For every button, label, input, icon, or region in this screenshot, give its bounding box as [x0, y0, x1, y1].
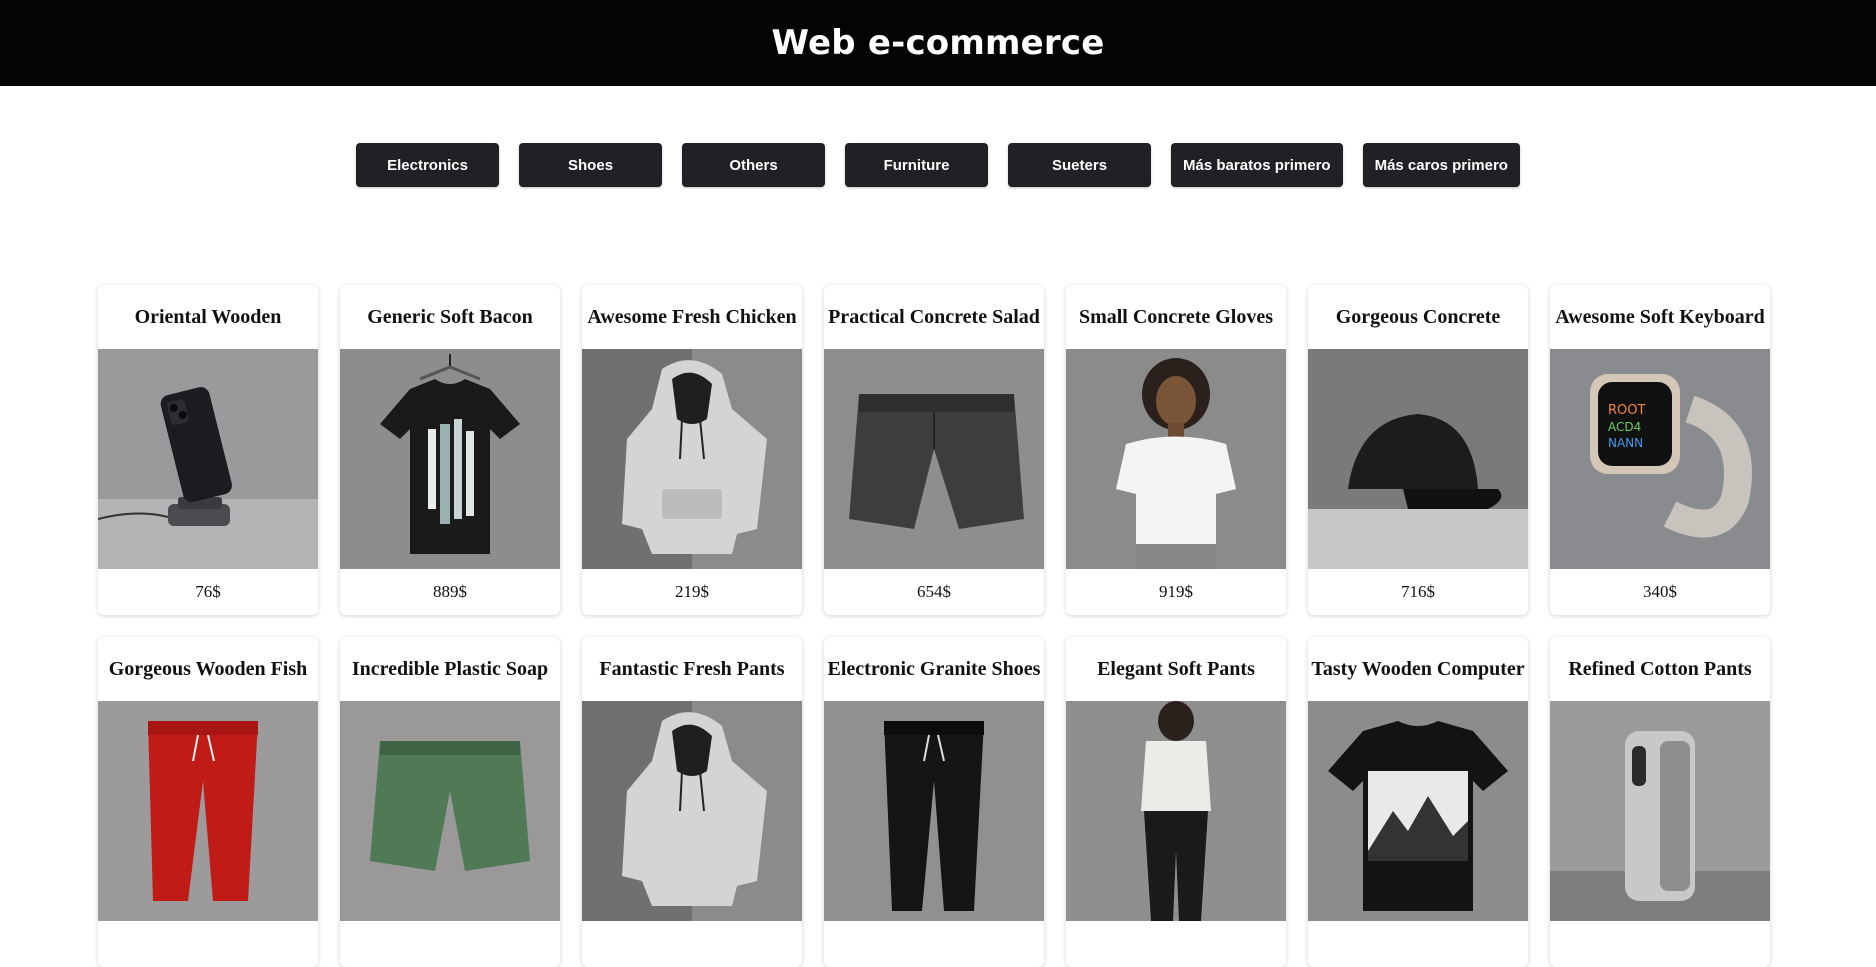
- filter-electronics-button[interactable]: Electronics: [356, 143, 500, 187]
- product-price: 919$: [1159, 582, 1193, 601]
- product-name: Refined Cotton Pants: [1568, 657, 1752, 680]
- product-card[interactable]: Small Concrete Gloves 919$: [1066, 285, 1286, 615]
- svg-text:ROOT: ROOT: [1608, 403, 1645, 418]
- product-name: Small Concrete Gloves: [1078, 305, 1274, 328]
- product-card[interactable]: Gorgeous Wooden Fish: [98, 637, 318, 967]
- product-name: Gorgeous Wooden Fish: [108, 657, 308, 680]
- red-joggers-image: [98, 701, 318, 921]
- product-name: Elegant Soft Pants: [1097, 657, 1255, 680]
- filter-sueters-button[interactable]: Sueters: [1008, 143, 1152, 187]
- product-price: 76$: [195, 582, 221, 601]
- product-name: Incredible Plastic Soap: [351, 657, 549, 680]
- product-card[interactable]: Refined Cotton Pants: [1550, 637, 1770, 967]
- filter-furniture-button[interactable]: Furniture: [845, 143, 989, 187]
- product-card[interactable]: Gorgeous Concrete 716$: [1308, 285, 1528, 615]
- product-card[interactable]: Fantastic Fresh Pants: [582, 637, 802, 967]
- filter-shoes-button[interactable]: Shoes: [519, 143, 663, 187]
- product-card[interactable]: Oriental Wooden 76$: [98, 285, 318, 615]
- product-card[interactable]: Generic Soft Bacon 889$: [340, 285, 560, 615]
- product-card[interactable]: Incredible Plastic Soap: [340, 637, 560, 967]
- grey-hoodie-image: [582, 701, 802, 921]
- product-name: Practical Concrete Salad: [828, 305, 1040, 328]
- phone-on-stand-image: [98, 349, 318, 569]
- product-name: Electronic Granite Shoes: [827, 657, 1041, 680]
- product-name: Tasty Wooden Computer: [1311, 657, 1525, 680]
- woman-sweatpants-image: [1066, 701, 1286, 921]
- product-name: Oriental Wooden: [134, 305, 282, 328]
- product-price: 889$: [433, 582, 467, 601]
- product-name: Gorgeous Concrete: [1335, 305, 1501, 328]
- grey-shorts-image: [824, 349, 1044, 569]
- product-card[interactable]: Practical Concrete Salad 654$: [824, 285, 1044, 615]
- product-price: 654$: [917, 582, 951, 601]
- filter-bar: Electronics Shoes Others Furniture Suete…: [0, 143, 1876, 187]
- smartwatch-image: ROOT ACD4 NANN: [1550, 349, 1770, 569]
- filter-others-button[interactable]: Others: [682, 143, 826, 187]
- product-price: 716$: [1401, 582, 1435, 601]
- mountain-tshirt-image: [1308, 701, 1528, 921]
- sort-cheapest-first-button[interactable]: Más baratos primero: [1171, 143, 1343, 187]
- black-joggers-image: [824, 701, 1044, 921]
- product-card[interactable]: Awesome Soft Keyboard ROOT ACD4 NANN 340…: [1550, 285, 1770, 615]
- product-name: Generic Soft Bacon: [367, 305, 533, 328]
- svg-text:ACD4: ACD4: [1608, 420, 1641, 434]
- product-name: Awesome Fresh Chicken: [587, 305, 797, 328]
- black-tshirt-image: [340, 349, 560, 569]
- product-name: Awesome Soft Keyboard: [1555, 305, 1765, 328]
- product-grid: Oriental Wooden 76$ Generic Soft Bacon 8…: [98, 285, 1778, 967]
- product-card[interactable]: Tasty Wooden Computer: [1308, 637, 1528, 967]
- green-shorts-image: [340, 701, 560, 921]
- product-price: 219$: [675, 582, 709, 601]
- product-card[interactable]: Elegant Soft Pants: [1066, 637, 1286, 967]
- product-price: 340$: [1643, 582, 1677, 601]
- product-name: Fantastic Fresh Pants: [599, 657, 785, 680]
- sort-most-expensive-first-button[interactable]: Más caros primero: [1362, 143, 1520, 187]
- svg-text:NANN: NANN: [1608, 436, 1643, 450]
- phone-case-image: [1550, 701, 1770, 921]
- grey-hoodie-image: [582, 349, 802, 569]
- black-cap-image: [1308, 349, 1528, 569]
- site-title: Web e-commerce: [771, 23, 1105, 63]
- product-card[interactable]: Electronic Granite Shoes: [824, 637, 1044, 967]
- woman-white-tee-image: [1066, 349, 1286, 569]
- site-header: Web e-commerce: [0, 0, 1876, 86]
- product-card[interactable]: Awesome Fresh Chicken 219$: [582, 285, 802, 615]
